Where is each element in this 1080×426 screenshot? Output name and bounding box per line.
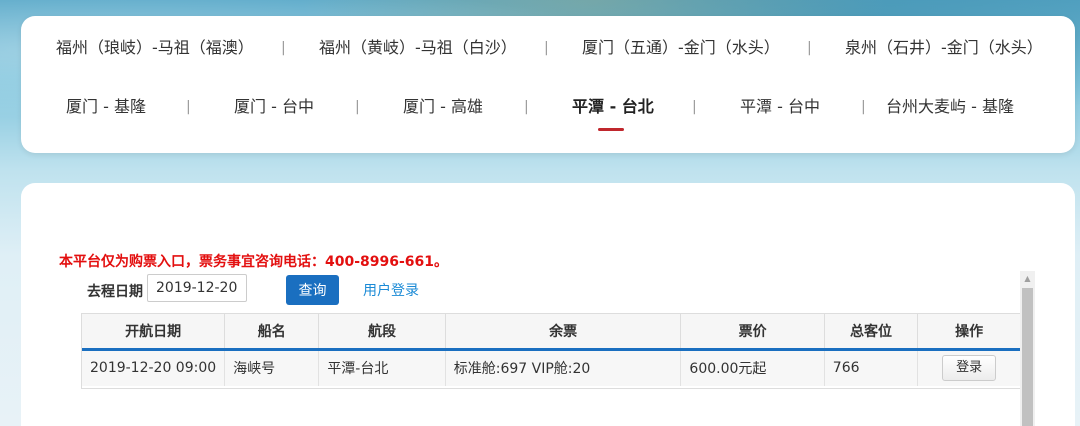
- route-xiamen-jinmen[interactable]: 厦门（五通）-金门（水头）: [582, 33, 780, 63]
- table-header-row: 开航日期 船名 航段 余票 票价 总客位 操作: [82, 314, 1020, 351]
- route-separator: |: [355, 99, 360, 115]
- route-pingtan-taibei[interactable]: 平潭 - 台北: [572, 92, 654, 122]
- vertical-scrollbar[interactable]: ▲: [1020, 271, 1035, 426]
- route-separator: |: [861, 99, 866, 115]
- route-separator: |: [186, 99, 191, 115]
- cell-remaining-tickets: 标准舱:697 VIP舱:20: [445, 349, 682, 386]
- cell-departure-date: 2019-12-20 09:00: [82, 349, 226, 386]
- route-xiamen-taizhong[interactable]: 厦门 - 台中: [234, 92, 314, 122]
- cell-action: 登录: [918, 349, 1020, 386]
- route-row-1: 福州（琅岐）-马祖（福澳） | 福州（黄岐）-马祖（白沙） | 厦门（五通）-金…: [21, 33, 1075, 63]
- route-separator: |: [544, 40, 549, 56]
- scroll-up-arrow-icon[interactable]: ▲: [1020, 271, 1035, 286]
- active-route-indicator: [598, 128, 624, 131]
- cell-price: 600.00元起: [680, 349, 825, 386]
- route-xiamen-jilong[interactable]: 厦门 - 基隆: [66, 92, 146, 122]
- header-departure-date: 开航日期: [82, 314, 226, 351]
- route-xiamen-gaoxiong[interactable]: 厦门 - 高雄: [403, 92, 483, 122]
- route-pingtan-taizhong[interactable]: 平潭 - 台中: [740, 92, 820, 122]
- route-fuzhou-langqi-mazu[interactable]: 福州（琅岐）-马祖（福澳）: [56, 33, 254, 63]
- route-separator: |: [692, 99, 697, 115]
- route-separator: |: [524, 99, 529, 115]
- scrollbar-thumb[interactable]: [1022, 288, 1033, 426]
- cell-ship-name: 海峡号: [224, 349, 320, 386]
- query-button[interactable]: 查询: [286, 275, 339, 305]
- route-taizhou-jilong[interactable]: 台州大麦屿 - 基隆: [886, 92, 1014, 122]
- header-remaining-tickets: 余票: [445, 314, 682, 351]
- route-row-2: 厦门 - 基隆 | 厦门 - 台中 | 厦门 - 高雄 | 平潭 - 台北 | …: [21, 92, 1075, 122]
- departure-date-label: 去程日期: [87, 284, 143, 300]
- notice-text: 本平台仅为购票入口，票务事宜咨询电话：400-8996-661。: [59, 254, 449, 270]
- sailing-table-container: 开航日期 船名 航段 余票 票价 总客位 操作 2019-12-20 09:00…: [81, 313, 1021, 389]
- row-login-button[interactable]: 登录: [942, 355, 997, 382]
- cell-route: 平潭-台北: [318, 349, 446, 386]
- route-selector-card: 福州（琅岐）-马祖（福澳） | 福州（黄岐）-马祖（白沙） | 厦门（五通）-金…: [21, 16, 1075, 153]
- header-route: 航段: [318, 314, 446, 351]
- ticket-query-card: 本平台仅为购票入口，票务事宜咨询电话：400-8996-661。 去程日期 查询…: [21, 183, 1075, 426]
- cell-total-capacity: 766: [824, 349, 919, 386]
- route-fuzhou-huangqi-mazu[interactable]: 福州（黄岐）-马祖（白沙）: [319, 33, 517, 63]
- sailing-table: 开航日期 船名 航段 余票 票价 总客位 操作 2019-12-20 09:00…: [82, 314, 1020, 386]
- route-quanzhou-jinmen[interactable]: 泉州（石井）-金门（水头）: [845, 33, 1043, 63]
- route-separator: |: [807, 40, 812, 56]
- route-separator: |: [281, 40, 286, 56]
- header-total-capacity: 总客位: [824, 314, 919, 351]
- departure-date-input[interactable]: [147, 274, 247, 302]
- user-login-link[interactable]: 用户登录: [363, 280, 419, 300]
- header-action: 操作: [917, 314, 1020, 351]
- header-ship-name: 船名: [224, 314, 320, 351]
- table-row: 2019-12-20 09:00 海峡号 平潭-台北 标准舱:697 VIP舱:…: [82, 349, 1020, 386]
- header-price: 票价: [680, 314, 825, 351]
